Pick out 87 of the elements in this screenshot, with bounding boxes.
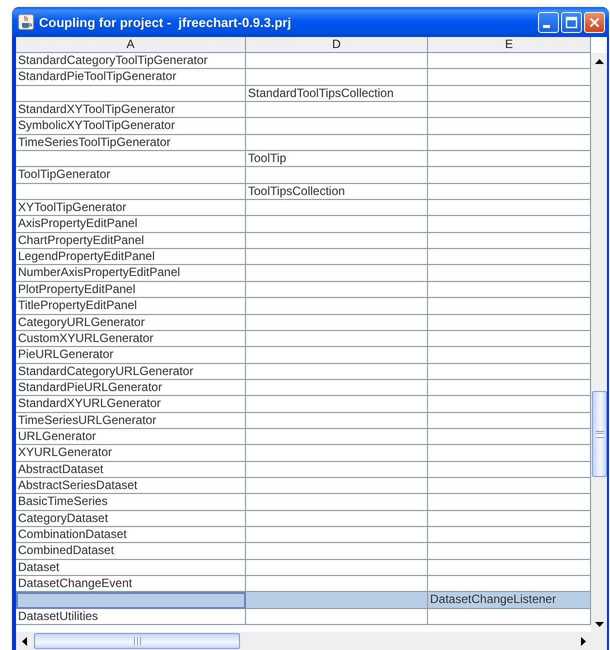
table-cell: TimeSeriesToolTipGenerator	[18, 134, 171, 149]
right-arrow-icon[interactable]	[580, 636, 586, 646]
table-row[interactable]: URLGenerator	[16, 428, 591, 446]
table-row[interactable]: ToolTip	[16, 151, 591, 168]
down-arrow-icon[interactable]	[594, 622, 604, 626]
table-row[interactable]: StandardCategoryToolTipGenerator	[16, 53, 591, 70]
scroll-thumb[interactable]	[592, 391, 607, 477]
table-cell: AbstractDataset	[18, 462, 104, 476]
table-row[interactable]: TimeSeriesToolTipGenerator	[16, 134, 591, 152]
table-row[interactable]: ChartPropertyEditPanel	[16, 232, 591, 250]
table-cell: CategoryDataset	[18, 510, 108, 525]
scroll-thumb[interactable]	[34, 633, 240, 649]
table-row[interactable]: DatasetChangeListener	[16, 592, 591, 609]
table-cell: LegendPropertyEditPanel	[18, 249, 155, 264]
table-cell: PlotPropertyEditPanel	[18, 282, 136, 296]
table-row[interactable]: StandardPieURLGenerator	[16, 380, 591, 396]
grip-icon	[596, 430, 604, 438]
table-row[interactable]: StandardXYURLGenerator	[16, 396, 591, 413]
table-cell: AxisPropertyEditPanel	[18, 216, 138, 230]
table-row[interactable]: ToolTipsCollection	[16, 184, 591, 200]
table-row[interactable]: CombinedDataset	[16, 543, 591, 560]
table-row[interactable]: LegendPropertyEditPanel	[16, 249, 591, 266]
table-row[interactable]: XYURLGenerator	[16, 445, 591, 462]
grip-icon	[134, 637, 140, 645]
table-cell: TitlePropertyEditPanel	[18, 298, 137, 312]
table-row[interactable]: ToolTipGenerator	[16, 167, 591, 184]
table-row[interactable]: CategoryURLGenerator	[16, 314, 591, 331]
table-row[interactable]: BasicTimeSeries	[16, 494, 591, 511]
table-row[interactable]: Dataset	[16, 560, 591, 576]
table-cell: StandardCategoryToolTipGenerator	[18, 53, 208, 67]
table-cell: DatasetChangeListener	[430, 592, 556, 606]
table-cell: CombinationDataset	[18, 526, 127, 541]
table-cell: ChartPropertyEditPanel	[18, 232, 144, 247]
table-cell: PieURLGenerator	[18, 347, 114, 362]
table-cell: DatasetChangeEvent	[18, 576, 132, 590]
table-cell: SymbolicXYToolTipGenerator	[18, 118, 175, 132]
close-button[interactable]	[584, 12, 605, 32]
table-cell: StandardToolTipsCollection	[248, 86, 394, 100]
table-cell: AbstractSeriesDataset	[18, 478, 138, 492]
table-cell: StandardPieURLGenerator	[18, 380, 162, 394]
table-row[interactable]: XYToolTipGenerator	[16, 200, 591, 216]
table-cell: CustomXYURLGenerator	[18, 330, 154, 345]
table-row[interactable]: AbstractSeriesDataset	[16, 478, 591, 494]
table-row[interactable]: TimeSeriesURLGenerator	[16, 412, 591, 429]
vertical-scrollbar[interactable]	[591, 37, 607, 632]
table-row[interactable]: DatasetUtilities	[16, 608, 591, 626]
table-row[interactable]: StandardPieToolTipGenerator	[16, 69, 591, 86]
table-row[interactable]: StandardCategoryURLGenerator	[16, 364, 591, 380]
table-row[interactable]: CategoryDataset	[16, 510, 591, 527]
table-cell: ToolTipsCollection	[248, 184, 345, 198]
table-cell: StandardCategoryURLGenerator	[18, 364, 194, 378]
table-cell: StandardXYURLGenerator	[18, 396, 161, 410]
table-cell: CategoryURLGenerator	[18, 314, 145, 328]
left-arrow-icon[interactable]	[22, 636, 26, 646]
table-row[interactable]: AxisPropertyEditPanel	[16, 216, 591, 233]
minimize-button[interactable]	[538, 12, 559, 32]
table-cell: ToolTip	[248, 151, 286, 166]
table-row[interactable]: CustomXYURLGenerator	[16, 330, 591, 348]
table-row[interactable]: NumberAxisPropertyEditPanel	[16, 265, 591, 282]
window-title: Coupling for project - jfreechart-0.9.3.prj	[39, 14, 292, 30]
table-cell: DatasetUtilities	[18, 608, 98, 623]
table-cell: StandardXYToolTipGenerator	[18, 102, 175, 116]
table-row[interactable]: StandardXYToolTipGenerator	[16, 102, 591, 118]
table-row[interactable]: CombinationDataset	[16, 526, 591, 544]
table-cell: XYURLGenerator	[18, 445, 112, 460]
table-row[interactable]: StandardToolTipsCollection	[16, 86, 591, 102]
table-cell: ToolTipGenerator	[18, 167, 110, 182]
table-cell: TimeSeriesURLGenerator	[18, 412, 156, 427]
table-cell: BasicTimeSeries	[18, 494, 108, 508]
table-cell: URLGenerator	[18, 428, 96, 443]
horizontal-scrollbar[interactable]	[16, 632, 591, 650]
table-cell: XYToolTipGenerator	[18, 200, 126, 214]
table-row[interactable]: PlotPropertyEditPanel	[16, 282, 591, 298]
maximize-button[interactable]	[561, 12, 582, 32]
table-cell: StandardPieToolTipGenerator	[18, 69, 176, 84]
table-cell: CombinedDataset	[18, 543, 114, 558]
table-row[interactable]: PieURLGenerator	[16, 347, 591, 364]
minimize-icon	[542, 24, 550, 28]
table-cell: Dataset	[18, 560, 60, 574]
table-row[interactable]: AbstractDataset	[16, 462, 591, 478]
up-arrow-icon[interactable]	[594, 58, 604, 64]
coffee-cup-icon	[18, 14, 34, 30]
table-cell: NumberAxisPropertyEditPanel	[18, 265, 180, 280]
column-header[interactable]: D	[246, 37, 428, 52]
column-header[interactable]: A	[16, 37, 246, 52]
table-row[interactable]: SymbolicXYToolTipGenerator	[16, 118, 591, 135]
table-row[interactable]: TitlePropertyEditPanel	[16, 298, 591, 314]
